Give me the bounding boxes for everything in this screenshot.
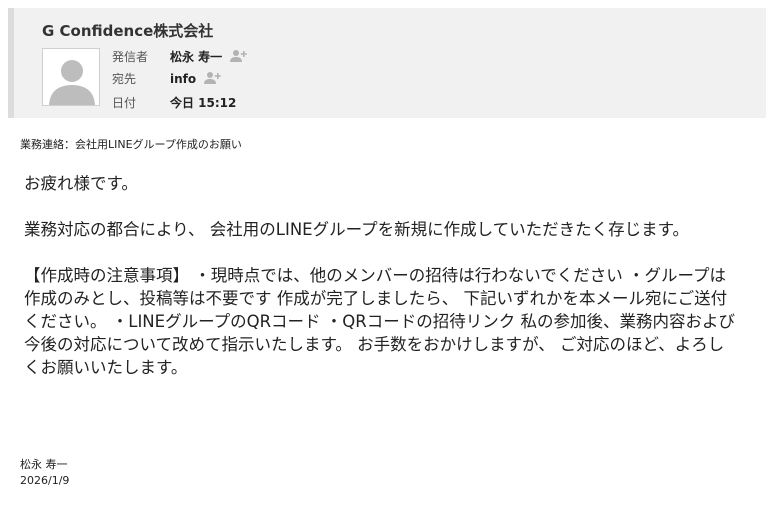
greeting: お疲れ様です。 xyxy=(24,174,138,193)
signature-name: 松永 寿一 xyxy=(20,458,68,471)
date-row: 日付 今日 15:12 xyxy=(112,94,236,111)
to-label: 宛先 xyxy=(112,72,137,86)
to-row: 宛先 info xyxy=(112,70,222,88)
body-paragraph-2: 【作成時の注意事項】 ・現時点では、他のメンバーの招待は行わないでください ・グ… xyxy=(24,266,735,377)
default-user-avatar-icon xyxy=(43,49,99,105)
avatar xyxy=(42,48,100,106)
from-value[interactable]: 松永 寿一 xyxy=(170,50,222,64)
add-contact-icon[interactable] xyxy=(204,71,222,88)
email-header: G Confidence株式会社 発信者 松永 寿一 宛先 info 日付 今日… xyxy=(8,8,766,118)
date-label: 日付 xyxy=(112,96,137,110)
date-value: 今日 15:12 xyxy=(170,96,237,110)
to-value[interactable]: info xyxy=(170,72,196,86)
signature-date: 2026/1/9 xyxy=(20,474,70,487)
body-paragraph-1: 業務対応の都合により、 会社用のLINEグループを新規に作成していただきたく存じ… xyxy=(24,220,689,239)
email-body: お疲れ様です。 業務対応の都合により、 会社用のLINEグループを新規に作成して… xyxy=(24,172,740,379)
from-label: 発信者 xyxy=(112,50,149,64)
add-contact-icon[interactable] xyxy=(230,49,248,66)
sender-display-name: G Confidence株式会社 xyxy=(42,22,214,40)
email-subject: 業務連絡：会社用LINEグループ作成のお願い xyxy=(20,138,242,151)
from-row: 発信者 松永 寿一 xyxy=(112,48,248,66)
